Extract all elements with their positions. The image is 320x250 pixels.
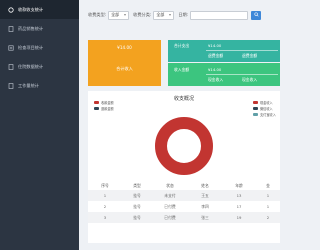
income-card: 收入金额 ¥14.00 现金收入 现金收入	[168, 63, 280, 86]
document-icon	[8, 63, 14, 70]
refund-amount-label: 退费金额	[208, 53, 224, 58]
cell-age: 19	[222, 212, 256, 223]
cell-index: 2	[88, 201, 122, 212]
col-header-name: 姓名	[201, 182, 209, 188]
document-icon	[8, 25, 14, 32]
fee-category-select[interactable]: 全部	[153, 10, 175, 20]
col-header-type: 类型	[133, 182, 141, 188]
search-button[interactable]	[251, 10, 262, 20]
income-amount-label: 收入金额	[174, 67, 190, 72]
fee-type-value: 全部	[111, 12, 120, 17]
sidebar-item-inpatient-stats[interactable]: 住院数据统计	[0, 57, 79, 76]
chevron-down-icon	[169, 14, 172, 16]
cell-status: 已付费	[152, 212, 188, 223]
sidebar-item-drug-sales[interactable]: 药品销售统计	[0, 19, 79, 38]
cell-amount: 2	[256, 212, 280, 223]
pie-slice-0[interactable]	[155, 117, 213, 175]
sidebar-item-label: 住院数据统计	[18, 63, 44, 69]
sidebar-item-label: 检查项目统计	[18, 44, 44, 50]
fee-category-value: 全部	[156, 12, 165, 17]
document-icon	[8, 82, 14, 89]
expense-value: ¥14.00	[208, 43, 222, 48]
col-header-amount: 金	[266, 182, 270, 188]
income-total-value: ¥14.00	[117, 45, 132, 50]
table-row[interactable]: 1 挂号 未支付 王五 13 1	[88, 190, 280, 201]
date-label: 日期:	[178, 12, 189, 17]
pie-chart	[155, 117, 213, 175]
sidebar-item-label: 收款收支统计	[18, 6, 44, 12]
cell-type: 挂号	[122, 190, 152, 201]
chevron-down-icon	[124, 14, 127, 16]
list-icon	[8, 45, 14, 51]
col-header-status: 状态	[166, 182, 174, 188]
date-range-input[interactable]	[190, 10, 249, 20]
sidebar: 收款收支统计 药品销售统计 检查项目统计 住院数据统计 工作量统计	[0, 0, 79, 250]
cell-index: 3	[88, 212, 122, 223]
cell-status: 已付费	[152, 201, 188, 212]
sidebar-item-label: 药品销售统计	[18, 25, 44, 31]
cell-type: 挂号	[122, 201, 152, 212]
filter-bar: 收费类型: 全部 收费分类: 全部 日期:	[88, 8, 280, 22]
cell-status: 未支付	[152, 190, 188, 201]
expense-card: 合计支出 ¥14.00 退费金额 退费金额	[168, 40, 280, 62]
table-row[interactable]: 3 挂号 已付费 张三 19 2	[88, 212, 280, 223]
income-total-card: ¥14.00 合计收入	[88, 40, 161, 86]
cell-index: 1	[88, 190, 122, 201]
fee-type-label: 收费类型:	[88, 12, 107, 17]
refund-amount-value: 退费金额	[242, 53, 258, 58]
sidebar-item-exam-stats[interactable]: 检查项目统计	[0, 38, 79, 57]
cash-income-label: 现金收入	[208, 77, 224, 82]
sidebar-item-label: 工作量统计	[18, 82, 39, 88]
records-table: 序号 类型 状态 姓名 年龄 金 1 挂号 未支付 王五 13 1 2 挂号 已…	[88, 181, 280, 223]
cell-type: 挂号	[122, 212, 152, 223]
cell-age: 17	[222, 201, 256, 212]
divider	[206, 50, 278, 51]
divider	[206, 74, 278, 75]
sidebar-item-income-stats[interactable]: 收款收支统计	[0, 0, 79, 19]
cell-name: 李四	[188, 201, 222, 212]
col-header-index: 序号	[101, 182, 109, 188]
circle-icon	[8, 6, 14, 13]
cell-amount: 1	[256, 190, 280, 201]
col-header-age: 年龄	[235, 182, 243, 188]
cell-amount: 1	[256, 201, 280, 212]
cell-age: 13	[222, 190, 256, 201]
income-amount-value: ¥14.00	[208, 67, 222, 72]
expense-label: 合计支出	[174, 43, 190, 48]
table-row[interactable]: 2 挂号 已付费 李四 17 1	[88, 201, 280, 212]
cell-name: 张三	[188, 212, 222, 223]
sidebar-item-workload-stats[interactable]: 工作量统计	[0, 76, 79, 95]
table-header-row: 序号 类型 状态 姓名 年龄 金	[88, 181, 280, 190]
fee-category-label: 收费分类:	[133, 12, 152, 17]
fee-type-select[interactable]: 全部	[108, 10, 130, 20]
cell-name: 王五	[188, 190, 222, 201]
search-icon	[254, 12, 259, 18]
income-total-label: 合计收入	[116, 66, 133, 71]
cash-income-value: 现金收入	[242, 77, 258, 82]
